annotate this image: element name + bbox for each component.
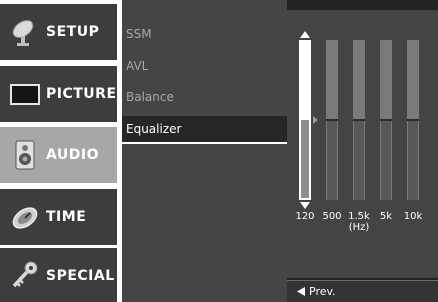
- eq-band-label: 1.5k: [348, 211, 370, 222]
- menu-item-time[interactable]: TIME: [0, 189, 117, 245]
- level-pointer-icon: [313, 116, 318, 124]
- menu-item-picture[interactable]: PICTURE: [0, 66, 117, 122]
- menu-item-setup[interactable]: SETUP: [0, 4, 117, 60]
- menu-item-special[interactable]: SPECIAL: [0, 248, 117, 302]
- category-menu: SETUP PICTURE AUDIO TIME SPECIAL: [0, 0, 117, 302]
- footer-bar: Prev.: [287, 280, 438, 302]
- key-icon: [12, 261, 38, 288]
- eq-slider-fill: [408, 120, 418, 200]
- prev-button[interactable]: Prev.: [309, 285, 336, 298]
- equalizer-panel: 120 500 1.5k (Hz) 5k 10k Prev.: [287, 0, 438, 302]
- eq-slider-fill: [354, 120, 364, 200]
- down-arrow-icon: [300, 202, 310, 209]
- eq-slider-fill: [301, 120, 309, 198]
- menu-item-label: SPECIAL: [46, 268, 115, 284]
- submenu-item-balance[interactable]: Balance: [122, 83, 287, 111]
- submenu-item-ssm[interactable]: SSM: [122, 20, 287, 48]
- audio-submenu: SSM AVL Balance Equalizer: [122, 0, 287, 302]
- submenu-item-equalizer[interactable]: Equalizer: [122, 116, 287, 144]
- eq-band-label: 120: [295, 211, 314, 222]
- tv-screen-icon: [10, 84, 40, 105]
- eq-slider-fill: [327, 120, 337, 200]
- left-triangle-icon: [297, 287, 305, 296]
- menu-item-label: TIME: [46, 209, 87, 225]
- eq-band-label: 500: [322, 211, 341, 222]
- clock-icon: [12, 207, 38, 229]
- speaker-icon: [15, 140, 35, 170]
- up-arrow-icon: [300, 31, 310, 38]
- menu-item-label: PICTURE: [46, 86, 117, 102]
- menu-item-label: SETUP: [46, 24, 100, 40]
- eq-band-label: 5k: [380, 211, 392, 222]
- eq-band-label: 10k: [404, 211, 423, 222]
- eq-unit-label: (Hz): [349, 222, 370, 233]
- equalizer-area: 120 500 1.5k (Hz) 5k 10k: [287, 10, 438, 278]
- satellite-dish-icon: [12, 19, 34, 46]
- submenu-item-avl[interactable]: AVL: [122, 52, 287, 80]
- menu-item-audio[interactable]: AUDIO: [0, 127, 117, 183]
- menu-item-label: AUDIO: [46, 147, 100, 163]
- eq-slider-fill: [381, 120, 391, 200]
- equalizer-sliders: 120 500 1.5k(Hz) 5k 10k: [295, 31, 423, 233]
